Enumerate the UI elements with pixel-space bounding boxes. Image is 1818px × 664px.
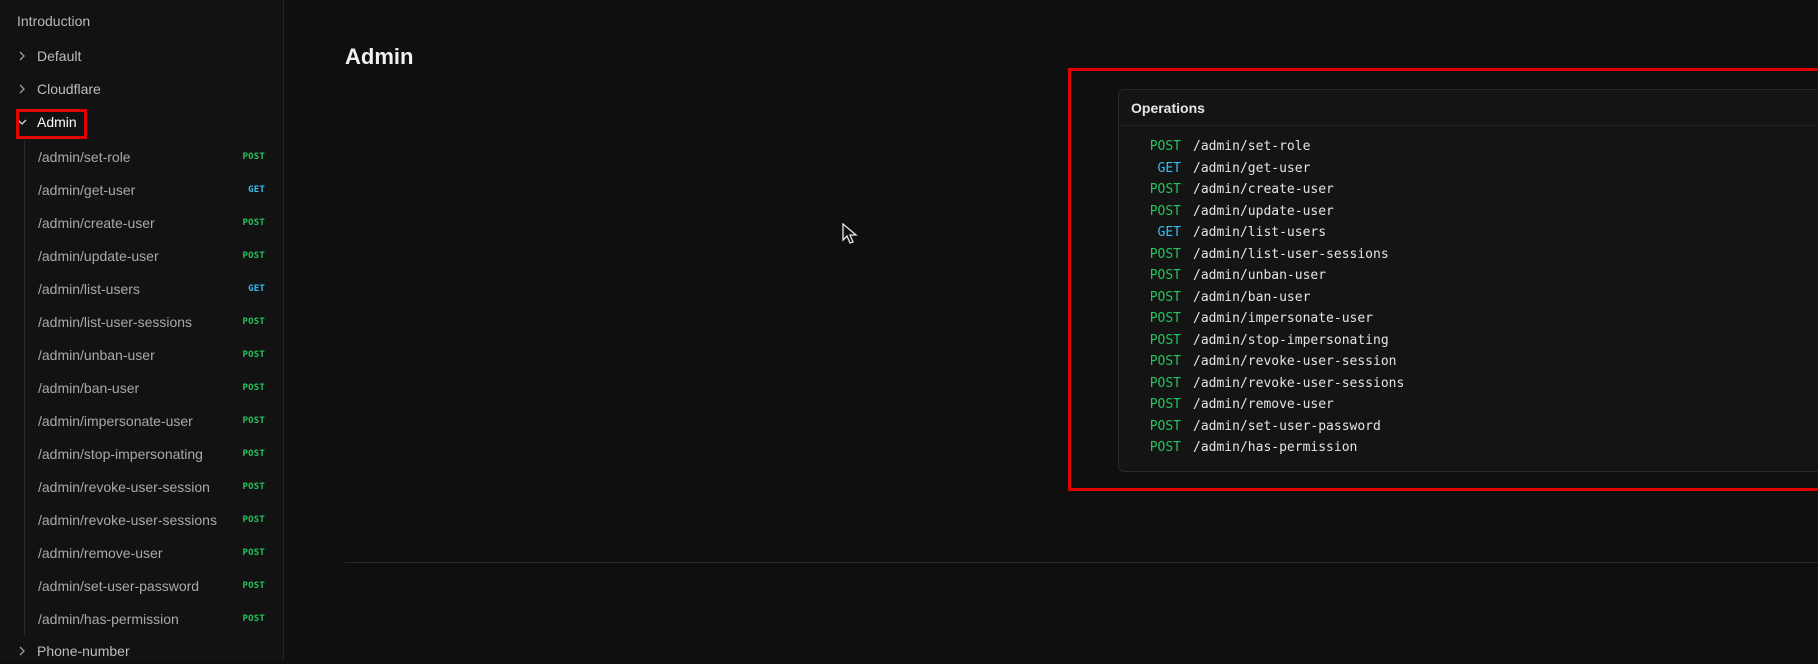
sidebar-item-endpoint[interactable]: /admin/set-role POST (25, 140, 279, 173)
sidebar-item-endpoint[interactable]: /admin/remove-user POST (25, 536, 279, 569)
section-divider (345, 562, 1818, 563)
sidebar-item-endpoint[interactable]: /admin/revoke-user-session POST (25, 470, 279, 503)
method-badge: POST (242, 217, 265, 228)
sidebar-group-label: Default (37, 48, 82, 64)
endpoint-path: /admin/update-user (38, 247, 159, 264)
sidebar: Introduction Default Cloudflare Admin /a… (0, 0, 284, 660)
method-badge: GET (248, 283, 265, 294)
method-badge: POST (242, 316, 265, 327)
mouse-pointer-icon (842, 223, 858, 244)
endpoint-path: /admin/impersonate-user (38, 412, 193, 429)
endpoint-path: /admin/create-user (38, 214, 155, 231)
sidebar-item-endpoint[interactable]: /admin/ban-user POST (25, 371, 279, 404)
sidebar-item-endpoint[interactable]: /admin/impersonate-user POST (25, 404, 279, 437)
method-badge: POST (242, 448, 265, 459)
method-badge: GET (248, 184, 265, 195)
page-title: Admin (345, 44, 414, 69)
sidebar-item-endpoint[interactable]: /admin/list-user-sessions POST (25, 305, 279, 338)
sidebar-group-phone-number[interactable]: Phone-number (17, 638, 130, 664)
method-badge: POST (242, 151, 265, 162)
main-content: Admin Operations POST/admin/set-role GET /… (285, 0, 1818, 660)
method-badge: POST (242, 250, 265, 261)
endpoint-path: /admin/list-users (38, 280, 140, 297)
chevron-right-icon (17, 84, 37, 94)
sidebar-item-endpoint[interactable]: /admin/revoke-user-sessions POST (25, 503, 279, 536)
admin-endpoint-list: /admin/set-role POST/admin/get-user GET/ad… (24, 140, 279, 635)
sidebar-item-endpoint[interactable]: /admin/update-user POST (25, 239, 279, 272)
sidebar-item-endpoint[interactable]: /admin/has-permission POST (25, 602, 279, 635)
chevron-right-icon (17, 646, 37, 656)
endpoint-path: /admin/revoke-user-session (38, 478, 210, 495)
endpoint-path: /admin/has-permission (38, 610, 179, 627)
endpoint-path: /admin/set-role (38, 148, 131, 165)
method-badge: POST (242, 481, 265, 492)
method-badge: POST (242, 613, 265, 624)
sidebar-item-endpoint[interactable]: /admin/list-users GET (25, 272, 279, 305)
sidebar-item-endpoint[interactable]: /admin/create-user POST (25, 206, 279, 239)
method-badge: POST (242, 415, 265, 426)
endpoint-path: /admin/ban-user (38, 379, 140, 396)
sidebar-item-endpoint[interactable]: /admin/unban-user POST (25, 338, 279, 371)
endpoint-path: /admin/set-user-password (38, 577, 200, 594)
highlight-box-admin (16, 109, 87, 139)
sidebar-item-endpoint[interactable]: /admin/get-user GET (25, 173, 279, 206)
sidebar-group-cloudflare[interactable]: Cloudflare (17, 76, 101, 102)
method-badge: POST (242, 382, 265, 393)
endpoint-path: /admin/stop-impersonating (38, 445, 203, 462)
method-badge: POST (242, 547, 265, 558)
chevron-right-icon (17, 51, 37, 61)
sidebar-item-endpoint[interactable]: /admin/stop-impersonating POST (25, 437, 279, 470)
endpoint-path: /admin/list-user-sessions (38, 313, 193, 330)
endpoint-path: /admin/get-user (38, 181, 136, 198)
endpoint-path: /admin/remove-user (38, 544, 163, 561)
method-badge: POST (242, 514, 265, 525)
sidebar-item-introduction[interactable]: Introduction (17, 13, 90, 29)
highlight-box-operations (1068, 68, 1818, 491)
sidebar-group-label: Cloudflare (37, 81, 101, 97)
method-badge: POST (242, 349, 265, 360)
endpoint-path: /admin/revoke-user-sessions (38, 511, 217, 528)
endpoint-path: /admin/unban-user (38, 346, 155, 363)
sidebar-item-endpoint[interactable]: /admin/set-user-password POST (25, 569, 279, 602)
method-badge: POST (242, 580, 265, 591)
sidebar-group-label: Phone-number (37, 643, 130, 659)
sidebar-group-default[interactable]: Default (17, 43, 81, 69)
